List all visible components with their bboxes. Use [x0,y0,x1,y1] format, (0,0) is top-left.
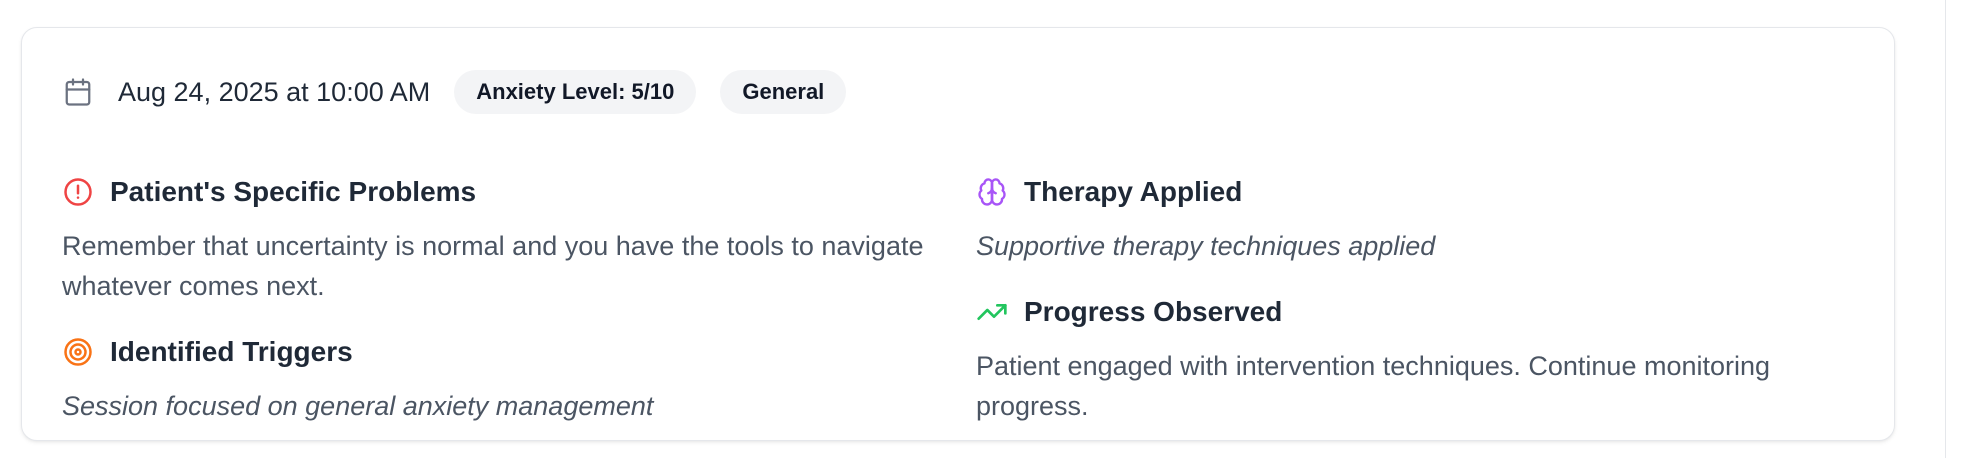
specific-problems-header: Patient's Specific Problems [62,174,942,210]
session-header: Aug 24, 2025 at 10:00 AM Anxiety Level: … [62,70,870,114]
calendar-icon [62,76,94,108]
identified-triggers-title: Identified Triggers [110,336,353,367]
category-badge: General [720,70,847,114]
brain-icon [976,176,1008,208]
progress-observed-header: Progress Observed [976,294,1856,330]
progress-observed-title: Progress Observed [1024,296,1283,327]
therapy-applied-header: Therapy Applied [976,174,1856,210]
therapy-applied-title: Therapy Applied [1024,176,1243,207]
specific-problems-title: Patient's Specific Problems [110,176,477,207]
progress-observed-section: Progress Observed Patient engaged with i… [976,294,1856,426]
session-card: Aug 24, 2025 at 10:00 AM Anxiety Level: … [21,27,1895,441]
anxiety-level-badge: Anxiety Level: 5/10 [454,70,697,114]
session-date: Aug 24, 2025 at 10:00 AM [118,76,431,107]
identified-triggers-header: Identified Triggers [62,334,942,370]
progress-observed-text: Patient engaged with intervention techni… [976,351,1771,421]
alert-circle-icon [62,176,94,208]
identified-triggers-text: Session focused on general anxiety manag… [62,391,654,421]
page: Aug 24, 2025 at 10:00 AM Anxiety Level: … [0,0,1986,458]
scrollbar-divider [1945,0,1946,458]
trending-up-icon [976,296,1008,328]
specific-problems-text: Remember that uncertainty is normal and … [62,231,924,301]
therapy-applied-section: Therapy Applied Supportive therapy techn… [976,174,1856,266]
therapy-applied-text: Supportive therapy techniques applied [976,231,1436,261]
identified-triggers-section: Identified Triggers Session focused on g… [62,334,942,426]
specific-problems-section: Patient's Specific Problems Remember tha… [62,174,942,306]
target-icon [62,336,94,368]
